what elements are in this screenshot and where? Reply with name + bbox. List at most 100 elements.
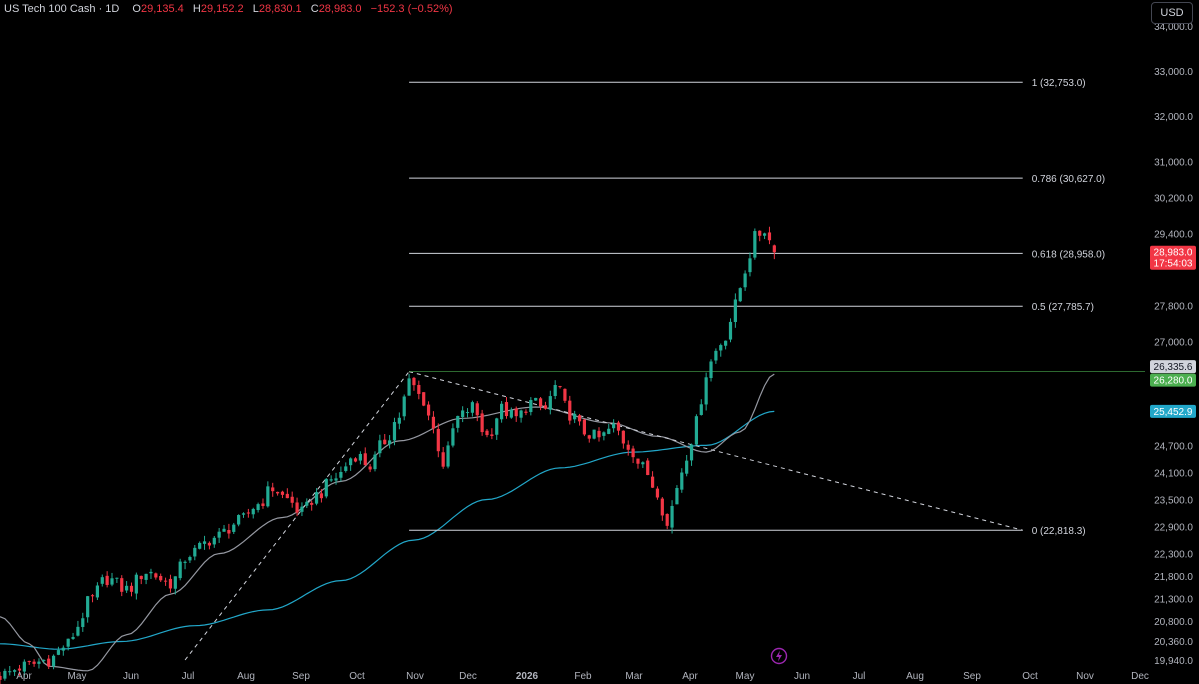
- candle-112: [543, 401, 548, 410]
- candle-body: [81, 618, 85, 627]
- candle-body: [417, 384, 421, 394]
- candle-body: [207, 542, 212, 546]
- candle-body: [188, 557, 192, 561]
- y-tick-label: 31,000.0: [1154, 157, 1193, 168]
- candle-90: [436, 423, 440, 458]
- candle-155: [753, 228, 757, 260]
- candle-67: [324, 478, 328, 499]
- candle-0: [0, 671, 2, 684]
- candle-body: [646, 460, 650, 476]
- candle-30: [144, 573, 148, 585]
- x-tick-label: Dec: [1131, 671, 1149, 682]
- candle-20: [95, 582, 99, 601]
- symbol-title[interactable]: US Tech 100 Cash · 1D: [4, 3, 119, 15]
- candle-body: [358, 453, 362, 461]
- candle-89: [431, 411, 436, 434]
- candles: [0, 226, 776, 684]
- candle-body: [504, 402, 509, 417]
- candle-114: [553, 380, 557, 400]
- candle-150: [728, 318, 733, 343]
- candle-body: [558, 386, 562, 388]
- candle-113: [548, 390, 552, 415]
- candle-95: [461, 406, 465, 423]
- candle-body: [300, 506, 304, 512]
- candle-body: [275, 491, 280, 494]
- candle-65: [314, 488, 319, 506]
- candle-body: [704, 377, 708, 405]
- candle-106: [514, 406, 518, 422]
- candle-body: [37, 661, 41, 664]
- price-tag-label: 26,335.6: [1154, 362, 1193, 373]
- x-tick-label: May: [68, 671, 87, 682]
- candle-24: [115, 577, 119, 583]
- candle-body: [47, 658, 51, 667]
- candle-body: [397, 417, 401, 424]
- candle-body: [543, 405, 548, 409]
- candle-body: [66, 638, 70, 647]
- currency-button[interactable]: USD: [1151, 2, 1193, 24]
- candle-158: [767, 226, 772, 245]
- candle-38: [183, 560, 187, 570]
- candle-48: [232, 522, 236, 534]
- time-axis[interactable]: Apr May Jun Jul Aug Sep Oct Nov Dec 2026 Feb Mar Apr…: [16, 671, 1149, 682]
- candle-body: [728, 321, 733, 340]
- candle-body: [699, 404, 703, 415]
- high-label: H: [192, 3, 201, 15]
- candle-70: [339, 466, 343, 482]
- candle-108: [524, 409, 528, 416]
- candle-body: [86, 596, 90, 618]
- close-label: C: [310, 3, 319, 15]
- candle-body: [748, 258, 752, 273]
- price-chart[interactable]: 1 (32,753.0) 0.786 (30,627.0) 0.618 (28,95…: [0, 0, 1199, 684]
- y-tick-label: 29,400.0: [1154, 229, 1193, 240]
- candle-body: [465, 412, 470, 414]
- candle-body: [680, 472, 684, 490]
- candle-body: [407, 378, 411, 396]
- price-axis[interactable]: 34,000.033,000.032,000.031,000.030,200.0…: [1154, 22, 1193, 667]
- candle-body: [762, 233, 767, 236]
- x-tick-label: Apr: [16, 671, 32, 682]
- candle-12: [56, 646, 61, 656]
- y-tick-label: 24,700.0: [1154, 441, 1193, 452]
- candle-body: [227, 529, 231, 534]
- candle-body: [743, 273, 747, 288]
- candle-body: [470, 402, 474, 413]
- candle-109: [529, 397, 533, 416]
- candle-51: [246, 508, 250, 518]
- candle-47: [227, 523, 231, 539]
- candle-body: [305, 501, 309, 506]
- fib-label-3: 0.5 (27,785.7): [1032, 302, 1094, 313]
- candle-29: [139, 575, 143, 585]
- fib-levels: 1 (32,753.0) 0.786 (30,627.0) 0.618 (28,95…: [409, 78, 1105, 537]
- candle-39: [188, 555, 192, 564]
- candle-147: [714, 348, 718, 364]
- y-tick-label: 33,000.0: [1154, 67, 1193, 78]
- candle-125: [607, 423, 611, 435]
- candle-127: [616, 420, 621, 436]
- x-tick-label: Aug: [237, 671, 255, 682]
- candle-73: [353, 457, 358, 463]
- candle-body: [310, 502, 314, 505]
- lightning-icon[interactable]: [770, 647, 788, 665]
- candle-body: [534, 397, 538, 401]
- candle-88: [426, 401, 431, 421]
- candle-body: [324, 478, 328, 497]
- candle-body: [490, 434, 494, 436]
- candle-124: [602, 431, 606, 441]
- candle-body: [241, 513, 246, 515]
- candle-144: [699, 399, 703, 416]
- candle-45: [217, 528, 221, 543]
- candle-60: [290, 491, 294, 508]
- candle-15: [71, 632, 75, 640]
- candle-122: [592, 429, 596, 440]
- candle-body: [738, 288, 742, 302]
- y-tick-label: 21,300.0: [1154, 595, 1193, 606]
- candle-85: [412, 376, 416, 391]
- fib-label-1: 0.786 (30,627.0): [1032, 174, 1105, 185]
- candle-body: [363, 453, 367, 466]
- candle-145: [704, 372, 708, 411]
- x-tick-label: Sep: [963, 671, 981, 682]
- candle-body: [568, 400, 572, 421]
- candle-25: [120, 575, 124, 597]
- candle-body: [612, 423, 616, 429]
